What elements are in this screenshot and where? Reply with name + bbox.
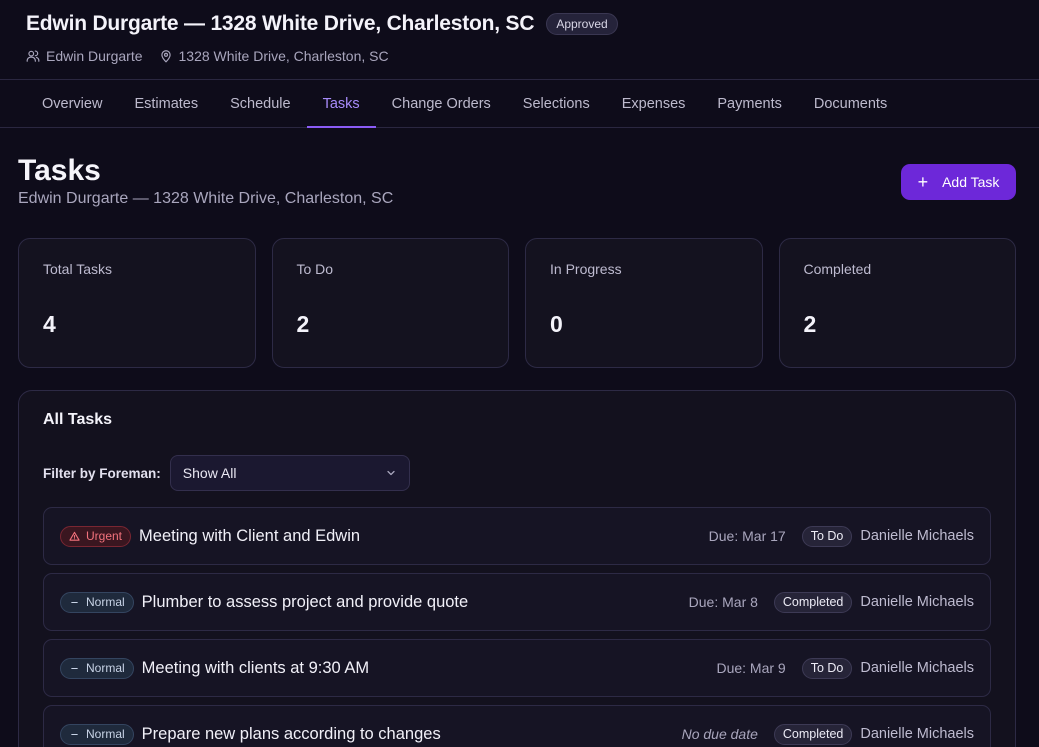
title-row: Edwin Durgarte — 1328 White Drive, Charl…: [26, 12, 1013, 36]
foreman-select[interactable]: Show All: [169, 455, 410, 491]
priority-label: Urgent: [86, 529, 123, 543]
stat-in-progress: In Progress 0: [525, 238, 763, 368]
task-due: Due: Mar 9: [716, 660, 786, 676]
stat-to-do: To Do 2: [271, 238, 509, 368]
page-subtitle: Edwin Durgarte — 1328 White Drive, Charl…: [18, 190, 394, 207]
add-task-button[interactable]: + Add Task: [901, 164, 1016, 200]
stat-value: 2: [803, 311, 817, 337]
address-meta: 1328 White Drive, Charleston, SC: [159, 48, 389, 64]
task-assignee: Danielle Michaels: [860, 594, 974, 610]
page-heading: Tasks Edwin Durgarte — 1328 White Drive,…: [0, 128, 1039, 238]
priority-badge: Normal: [60, 723, 134, 745]
stat-label: Completed: [803, 261, 872, 277]
tab-tasks[interactable]: Tasks: [306, 80, 376, 128]
minus-icon: [71, 667, 78, 669]
chevron-down-icon: [387, 470, 395, 476]
project-title: Edwin Durgarte — 1328 White Drive, Charl…: [26, 12, 535, 35]
tab-overview[interactable]: Overview: [26, 80, 118, 127]
client-meta: Edwin Durgarte: [26, 48, 143, 64]
stat-total-tasks: Total Tasks 4: [18, 238, 256, 368]
tab-schedule[interactable]: Schedule: [214, 80, 306, 127]
priority-label: Normal: [86, 661, 125, 675]
task-list: Urgent Meeting with Client and Edwin Due…: [43, 507, 991, 747]
status-badge: To Do: [801, 657, 853, 679]
task-row[interactable]: Urgent Meeting with Client and Edwin Due…: [43, 507, 991, 565]
priority-label: Normal: [86, 595, 125, 609]
task-name: Plumber to assess project and provide qu…: [141, 592, 469, 611]
project-meta: Edwin Durgarte 1328 White Drive, Charles…: [26, 48, 1013, 64]
all-tasks-panel: All Tasks Filter by Foreman: Show All Ur…: [18, 390, 1016, 747]
foreman-select-value: Show All: [182, 465, 237, 481]
tab-estimates[interactable]: Estimates: [118, 80, 214, 127]
page-title: Tasks: [18, 154, 101, 187]
task-name: Prepare new plans according to changes: [141, 724, 441, 743]
add-task-label: Add Task: [942, 174, 1000, 190]
priority-badge: Normal: [60, 657, 134, 679]
task-name: Meeting with clients at 9:30 AM: [141, 658, 370, 677]
task-due: Due: Mar 17: [708, 528, 786, 544]
tab-selections[interactable]: Selections: [507, 80, 606, 127]
stat-label: To Do: [296, 261, 334, 277]
task-due: No due date: [681, 726, 758, 742]
task-name: Meeting with Client and Edwin: [139, 526, 361, 545]
tab-change-orders[interactable]: Change Orders: [376, 80, 507, 127]
panel-title: All Tasks: [43, 411, 113, 428]
project-address: 1328 White Drive, Charleston, SC: [178, 48, 389, 64]
client-name: Edwin Durgarte: [46, 48, 143, 64]
alert-triangle-icon: [69, 531, 80, 541]
status-badge: Completed: [773, 723, 853, 745]
stat-value: 4: [43, 311, 56, 337]
task-assignee: Danielle Michaels: [860, 726, 974, 742]
project-header: Edwin Durgarte — 1328 White Drive, Charl…: [0, 0, 1039, 80]
task-row[interactable]: Normal Meeting with clients at 9:30 AM D…: [43, 639, 991, 697]
users-icon: [26, 50, 40, 62]
stat-value: 2: [296, 311, 310, 337]
status-badge: To Do: [801, 525, 853, 547]
priority-label: Normal: [86, 727, 125, 741]
task-stats: Total Tasks 4 To Do 2 In Progress 0 Comp…: [0, 238, 1039, 368]
status-badge: Completed: [773, 591, 853, 613]
task-assignee: Danielle Michaels: [860, 528, 974, 544]
tab-documents[interactable]: Documents: [798, 80, 903, 127]
priority-badge: Urgent: [60, 525, 132, 547]
task-row[interactable]: Normal Prepare new plans according to ch…: [43, 705, 991, 747]
priority-badge: Normal: [60, 591, 134, 613]
minus-icon: [71, 601, 78, 603]
tab-expenses[interactable]: Expenses: [606, 80, 702, 127]
task-due: Due: Mar 8: [688, 594, 758, 610]
task-row[interactable]: Normal Plumber to assess project and pro…: [43, 573, 991, 631]
foreman-filter: Filter by Foreman: Show All: [43, 455, 991, 491]
filter-label: Filter by Foreman:: [43, 465, 161, 481]
stat-label: In Progress: [550, 261, 622, 277]
status-badge: Approved: [546, 13, 618, 35]
tab-payments[interactable]: Payments: [701, 80, 797, 127]
map-pin-icon: [160, 50, 171, 63]
plus-icon: +: [917, 172, 929, 192]
minus-icon: [71, 733, 78, 735]
stat-label: Total Tasks: [43, 261, 112, 277]
project-tabs: Overview Estimates Schedule Tasks Change…: [0, 80, 1039, 128]
task-assignee: Danielle Michaels: [860, 660, 974, 676]
stat-value: 0: [550, 311, 563, 337]
stat-completed: Completed 2: [778, 238, 1016, 368]
